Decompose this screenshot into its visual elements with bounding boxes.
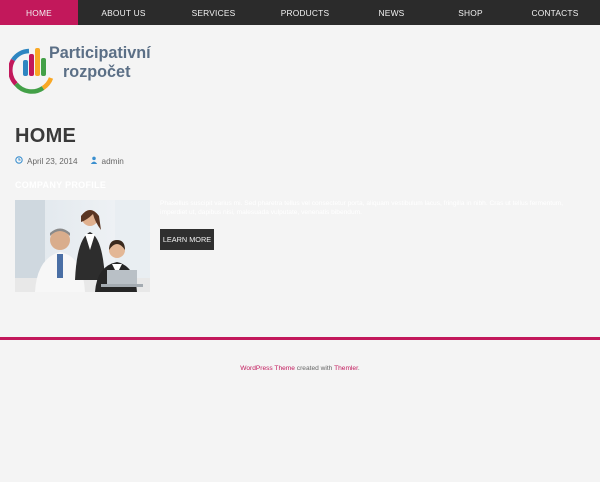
- nav-item-contacts[interactable]: CONTACTS: [510, 0, 600, 25]
- main-nav: HOME ABOUT US SERVICES PRODUCTS NEWS SHO…: [0, 0, 600, 25]
- user-icon: [90, 156, 98, 166]
- page-title: HOME: [15, 125, 77, 147]
- nav-item-services[interactable]: SERVICES: [169, 0, 258, 25]
- post-meta: April 23, 2014 admin: [15, 156, 124, 166]
- post-date[interactable]: April 23, 2014: [27, 157, 78, 166]
- nav-item-about-us[interactable]: ABOUT US: [78, 0, 169, 25]
- site-logo[interactable]: Participativní rozpočet: [9, 42, 169, 94]
- post-author[interactable]: admin: [102, 157, 124, 166]
- footer-themler-link[interactable]: Themler: [334, 365, 358, 372]
- nav-item-home[interactable]: HOME: [0, 0, 78, 25]
- nav-item-shop[interactable]: SHOP: [431, 0, 510, 25]
- footer-credits: WordPress Theme created with Themler.: [0, 365, 600, 372]
- section-heading: COMPANY PROFILE: [15, 180, 107, 190]
- footer-divider: [0, 337, 600, 340]
- footer-middle-text: created with: [294, 365, 335, 372]
- logo-text: Participativní rozpočet: [49, 44, 151, 82]
- learn-more-button[interactable]: LEARN MORE: [160, 229, 214, 250]
- post-author-wrap: admin: [90, 156, 124, 166]
- footer-end-text: .: [357, 365, 360, 372]
- clock-icon: [15, 156, 23, 166]
- nav-item-products[interactable]: PRODUCTS: [258, 0, 352, 25]
- section-body-text: Phasellus suscipit varius mi. Sed pharet…: [160, 200, 564, 217]
- logo-line-2: rozpočet: [63, 63, 131, 81]
- logo-line-1: Participativní: [49, 44, 151, 62]
- team-photo: [15, 200, 150, 292]
- nav-item-news[interactable]: NEWS: [352, 0, 431, 25]
- footer-wordpress-theme-link[interactable]: WordPress Theme: [240, 365, 295, 372]
